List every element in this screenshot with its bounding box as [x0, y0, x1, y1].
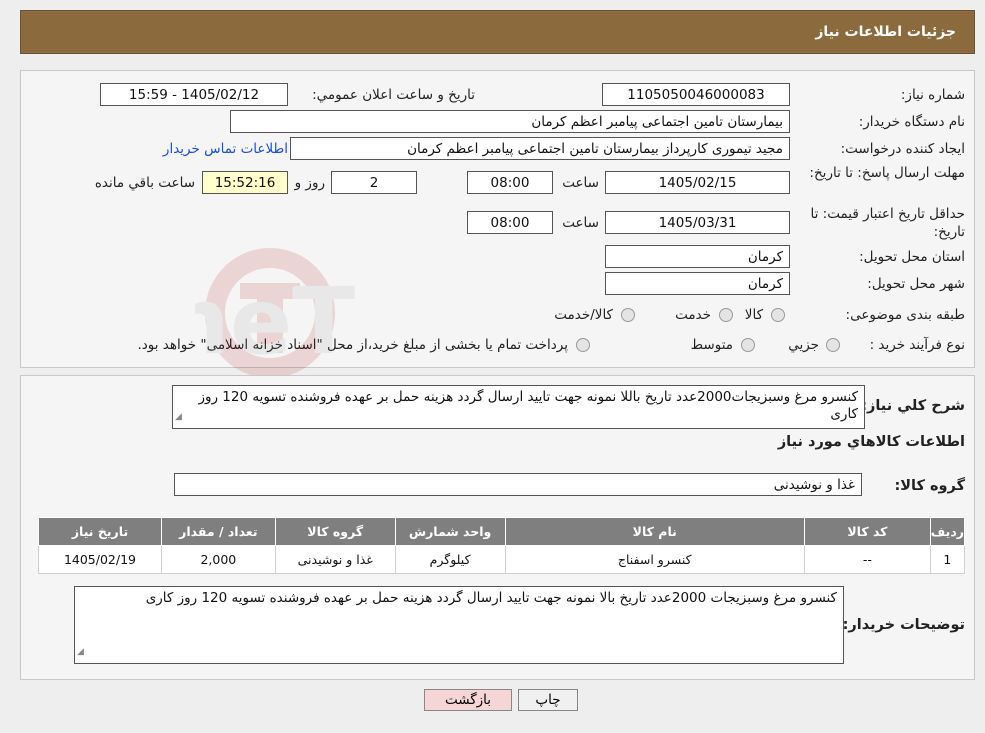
city-label: شهر محل تحویل: — [867, 276, 965, 292]
col-goods-group: گروه کالا — [274, 517, 396, 546]
cell-item-code: -- — [804, 545, 931, 574]
reply-deadline-date-field: 1405/02/15 — [605, 171, 790, 194]
category-label: طبقه بندی موضوعی: — [845, 307, 965, 323]
category-service-option: خدمت — [675, 307, 711, 323]
province-label: استان محل تحویل: — [859, 249, 965, 265]
buyer-notes-text: کنسرو مرغ وسبزیجات 2000عدد تاریخ بالا نم… — [145, 590, 837, 606]
city-field: کرمان — [605, 272, 790, 295]
buyer-contact-link[interactable]: اطلاعات تماس خریدار — [163, 141, 288, 157]
category-service-radio[interactable] — [719, 308, 733, 322]
items-table: ردیف کد کالا نام کالا واحد شمارش گروه کا… — [38, 517, 966, 574]
days-label: روز و — [294, 175, 325, 191]
cell-item-name: کنسرو اسفناج — [504, 545, 806, 574]
buyer-notes-label: توضیحات خریدار: — [842, 617, 965, 633]
process-minor-radio[interactable] — [826, 338, 840, 352]
col-row-number: ردیف — [929, 517, 966, 546]
table-header-row: ردیف کد کالا نام کالا واحد شمارش گروه کا… — [38, 517, 966, 546]
cell-row-number: 1 — [929, 545, 966, 574]
reply-deadline-label: مهلت ارسال پاسخ: تا تاریخ: — [809, 165, 965, 181]
category-goods-radio[interactable] — [771, 308, 785, 322]
category-goods-option: کالا — [744, 307, 763, 323]
table-row[interactable]: 1 -- کنسرو اسفناج کیلوگرم غذا و نوشیدنی … — [38, 545, 966, 574]
back-button[interactable]: بازگشت — [424, 689, 512, 711]
notes-resize-handle-icon[interactable]: ◢ — [77, 644, 84, 661]
requester-field: مجید تیموری کارپرداز بیمارستان تامین اجت… — [290, 137, 790, 160]
price-validity-time-label: ساعت — [562, 215, 599, 231]
need-number-label: شماره نیاز: — [900, 87, 965, 103]
cell-unit: کیلوگرم — [394, 545, 506, 574]
price-validity-time-field: 08:00 — [467, 211, 553, 234]
need-number-field: 1105050046000083 — [602, 83, 790, 106]
buyer-org-field: بیمارستان تامین اجتماعی پیامبر اعظم کرما… — [230, 110, 790, 133]
province-field: کرمان — [605, 245, 790, 268]
requester-label: ایجاد کننده درخواست: — [840, 141, 965, 157]
announce-date-field: 1405/02/12 - 15:59 — [100, 83, 288, 106]
resize-handle-icon[interactable]: ◢ — [175, 409, 182, 426]
cell-need-date: 1405/02/19 — [38, 545, 162, 574]
buyer-org-label: نام دستگاه خریدار: — [858, 114, 965, 130]
remaining-time-label: ساعت باقي مانده — [94, 175, 195, 191]
price-validity-date-field: 1405/03/31 — [605, 211, 790, 234]
reply-deadline-time-field: 08:00 — [467, 171, 553, 194]
goods-group-label: گروه کالا: — [894, 478, 965, 494]
col-item-code: کد کالا — [804, 517, 931, 546]
page-header: جزئیات اطلاعات نیاز — [20, 10, 975, 54]
category-goods-service-option: کالا/خدمت — [554, 307, 613, 323]
goods-group-field: غذا و نوشیدنی — [174, 473, 862, 496]
process-treasury-note: پرداخت تمام یا بخشی از مبلغ خرید،از محل … — [137, 337, 568, 353]
process-medium-radio[interactable] — [741, 338, 755, 352]
col-need-date: تاریخ نیاز — [38, 517, 162, 546]
cell-quantity: 2,000 — [160, 545, 276, 574]
col-quantity: تعداد / مقدار — [160, 517, 276, 546]
category-goods-service-radio[interactable] — [621, 308, 635, 322]
buyer-notes-textarea[interactable]: کنسرو مرغ وسبزیجات 2000عدد تاریخ بالا نم… — [74, 586, 844, 664]
col-unit: واحد شمارش — [394, 517, 506, 546]
reply-deadline-time-label: ساعت — [562, 175, 599, 191]
process-minor-option: جزیي — [788, 337, 819, 353]
announce-date-label: تاریخ و ساعت اعلان عمومي: — [312, 87, 475, 103]
process-treasury-radio[interactable] — [576, 338, 590, 352]
remaining-time-field: 15:52:16 — [202, 171, 288, 194]
days-field: 2 — [331, 171, 417, 194]
summary-text: کنسرو مرغ وسبزیجات2000عدد تاریخ باللا نم… — [198, 389, 858, 422]
process-medium-option: متوسط — [690, 337, 733, 353]
print-button[interactable]: چاپ — [518, 689, 578, 711]
page-title: جزئیات اطلاعات نیاز — [815, 24, 956, 40]
process-label: نوع فرآیند خرید : — [869, 337, 965, 353]
cell-goods-group: غذا و نوشیدنی — [274, 545, 396, 574]
summary-textarea[interactable]: کنسرو مرغ وسبزیجات2000عدد تاریخ باللا نم… — [172, 385, 865, 429]
price-validity-label: حداقل تاریخ اعتبار قیمت: تا تاریخ: — [810, 206, 965, 240]
summary-label: شرح کلي نیاز: — [861, 398, 965, 414]
col-item-name: نام کالا — [504, 517, 806, 546]
goods-section-title: اطلاعات کالاهاي مورد نیاز — [777, 434, 965, 450]
